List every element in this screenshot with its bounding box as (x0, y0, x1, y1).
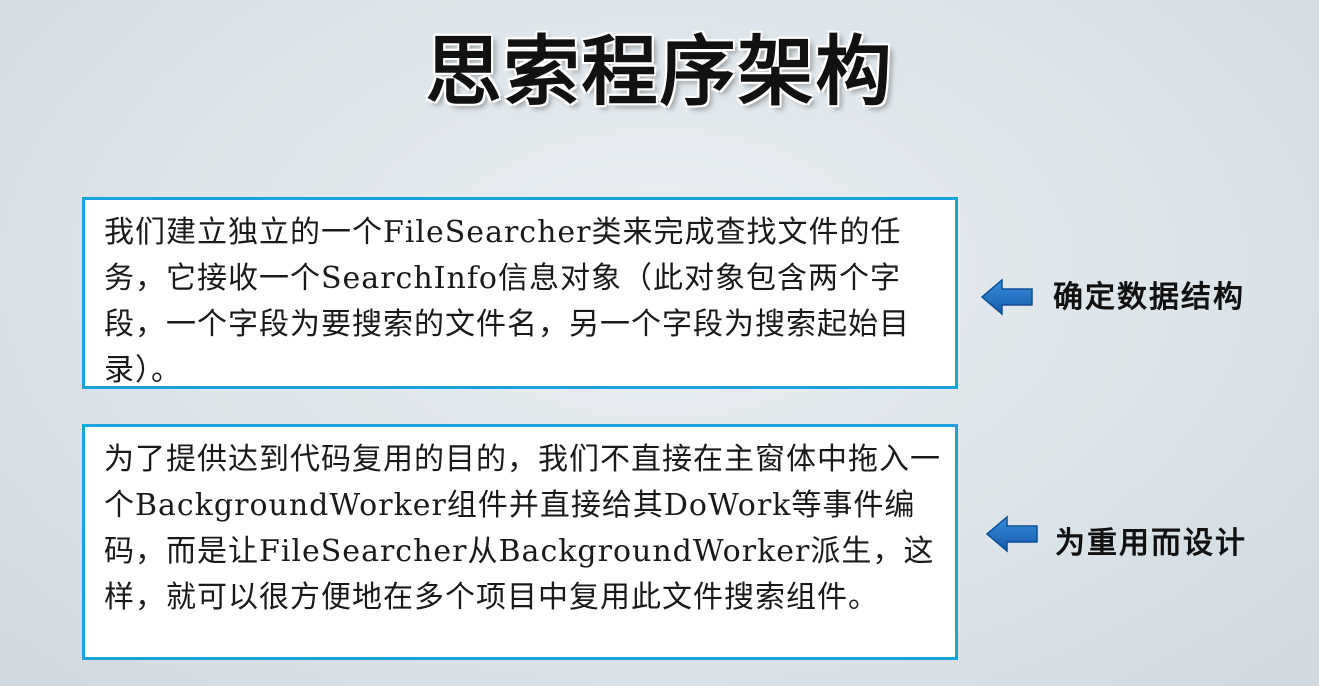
left-arrow-icon (985, 515, 1038, 553)
side-note-reuse-design: 为重用而设计 (1055, 526, 1247, 561)
text-box-content: 为了提供达到代码复用的目的，我们不直接在主窗体中拖入一个BackgroundWo… (104, 442, 941, 615)
text-box-data-structure: 我们建立独立的一个FileSearcher类来完成查找文件的任务，它接收一个Se… (82, 197, 958, 389)
text-box-content: 我们建立独立的一个FileSearcher类来完成查找文件的任务，它接收一个Se… (104, 215, 910, 388)
text-box-reuse-design: 为了提供达到代码复用的目的，我们不直接在主窗体中拖入一个BackgroundWo… (82, 424, 958, 660)
slide-title: 思索程序架构 (425, 27, 894, 116)
left-arrow-icon (980, 278, 1033, 316)
side-note-data-structure: 确定数据结构 (1053, 280, 1245, 315)
